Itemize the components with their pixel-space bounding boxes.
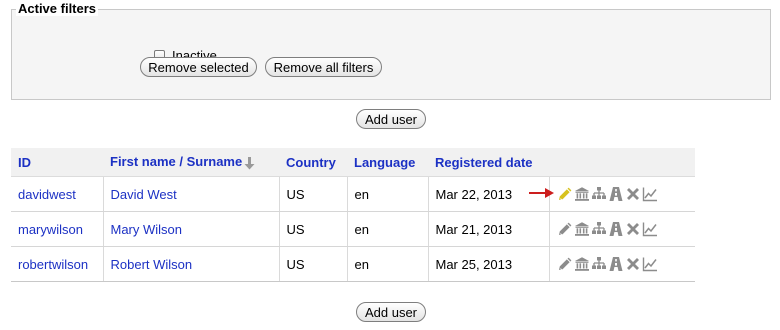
add-user-button-bottom[interactable]: Add user (356, 302, 426, 322)
table-header-row: ID First name / Surname Country Language… (11, 148, 695, 177)
remove-all-filters-button[interactable]: Remove all filters (265, 57, 382, 77)
road-icon[interactable] (608, 256, 624, 272)
column-header-id[interactable]: ID (11, 148, 103, 177)
user-country: US (286, 186, 305, 202)
column-header-actions (549, 148, 695, 177)
add-user-button-top[interactable]: Add user (356, 109, 426, 129)
statistics-chart-icon[interactable] (642, 221, 658, 237)
user-list-page: Inactive Remove selected Remove all filt… (0, 0, 780, 330)
user-language: en (354, 186, 369, 202)
row-actions (550, 256, 696, 272)
hierarchy-icon[interactable] (591, 221, 607, 237)
pointer-arrow-icon (529, 188, 554, 198)
user-name-link[interactable]: David West (104, 187, 177, 202)
row-actions (550, 221, 696, 237)
statistics-chart-icon[interactable] (642, 256, 658, 272)
hierarchy-icon[interactable] (591, 186, 607, 202)
road-icon[interactable] (608, 186, 624, 202)
users-table: ID First name / Surname Country Language… (11, 148, 695, 282)
user-country: US (286, 256, 305, 272)
table-row: robertwilson Robert Wilson US en Mar 25,… (11, 246, 696, 282)
statistics-chart-icon[interactable] (642, 186, 658, 202)
column-header-name[interactable]: First name / Surname (103, 148, 279, 177)
user-name-link[interactable]: Mary Wilson (104, 222, 183, 237)
user-language: en (354, 256, 369, 272)
row-actions (550, 186, 696, 202)
user-id-link[interactable]: marywilson (11, 222, 83, 237)
table-row: marywilson Mary Wilson US en Mar 21, 201… (11, 211, 696, 247)
active-filters-legend: Active filters (16, 1, 99, 16)
user-registered-date: Mar 21, 2013 (435, 221, 513, 237)
column-header-language[interactable]: Language (347, 148, 428, 177)
delete-x-icon[interactable] (625, 256, 641, 272)
hierarchy-icon[interactable] (591, 256, 607, 272)
user-language: en (354, 221, 369, 237)
edit-pencil-icon[interactable] (557, 256, 573, 272)
delete-x-icon[interactable] (625, 221, 641, 237)
user-country: US (286, 221, 305, 237)
user-id-link[interactable]: davidwest (11, 187, 76, 202)
user-registered-date: Mar 22, 2013 (435, 186, 513, 202)
delete-x-icon[interactable] (625, 186, 641, 202)
institution-icon[interactable] (574, 221, 590, 237)
column-header-registered[interactable]: Registered date (428, 148, 549, 177)
user-id-link[interactable]: robertwilson (11, 257, 88, 272)
edit-pencil-icon[interactable] (557, 221, 573, 237)
active-filters-panel: Inactive Remove selected Remove all filt… (11, 9, 771, 100)
user-name-link[interactable]: Robert Wilson (104, 257, 193, 272)
institution-icon[interactable] (574, 256, 590, 272)
user-registered-date: Mar 25, 2013 (435, 256, 513, 272)
road-icon[interactable] (608, 221, 624, 237)
table-row: davidwest David West US en Mar 22, 2013 (11, 176, 696, 212)
column-header-country[interactable]: Country (279, 148, 347, 177)
edit-pencil-icon[interactable] (557, 186, 573, 202)
remove-selected-button[interactable]: Remove selected (140, 57, 257, 77)
sort-descending-icon[interactable] (244, 156, 255, 170)
institution-icon[interactable] (574, 186, 590, 202)
